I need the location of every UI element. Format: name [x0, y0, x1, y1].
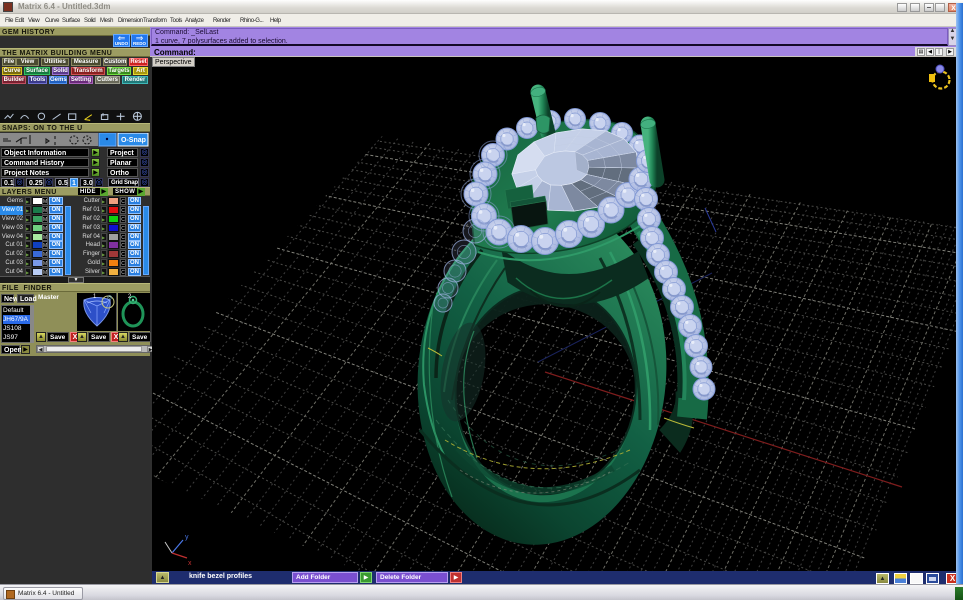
svg-text:y: y [185, 534, 189, 541]
svg-text:x: x [188, 560, 192, 567]
svg-text:O-Snap: O-Snap [121, 137, 146, 144]
